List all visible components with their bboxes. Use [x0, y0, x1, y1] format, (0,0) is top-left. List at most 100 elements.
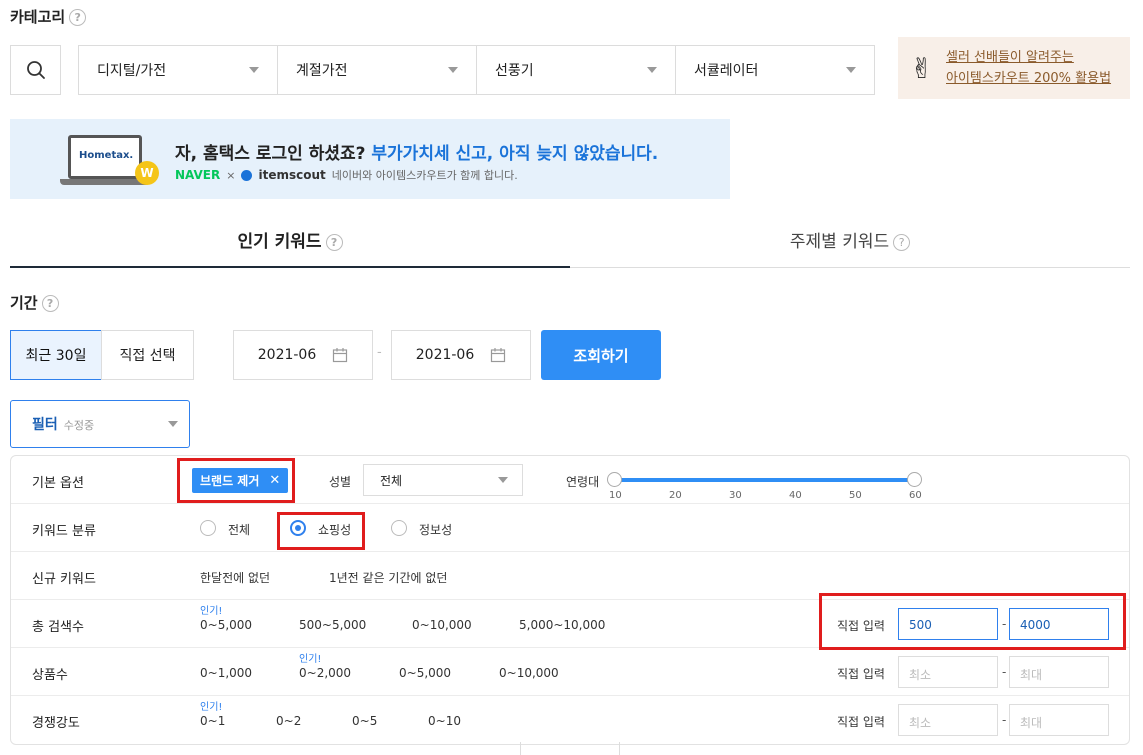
tab-topic-label: 주제별 키워드 [789, 232, 890, 252]
competition-range-option[interactable]: 0~5 [352, 714, 377, 728]
gender-select-value: 전체 [380, 473, 403, 488]
help-icon[interactable]: ? [41, 295, 59, 312]
new-keyword-option[interactable]: 1년전 같은 기간에 없던 [329, 569, 447, 586]
tab-popular-keywords[interactable]: 인기 키워드? [10, 228, 570, 268]
new-keyword-label: 신규 키워드 [32, 572, 96, 587]
calendar-icon [333, 348, 348, 363]
date-from-picker[interactable]: 2021-06 [233, 330, 373, 380]
age-tick: 30 [729, 490, 742, 501]
category-select-4-value: 서큘레이터 [694, 63, 759, 79]
competition-range-option[interactable]: 0~10 [428, 714, 461, 728]
competition-range-option[interactable]: 0~2 [276, 714, 301, 728]
chevron-down-icon [647, 67, 657, 73]
total-range-option[interactable]: 5,000~10,000 [519, 618, 605, 632]
direct-input-label: 직접 입력 [837, 715, 885, 729]
naver-logo: NAVER [175, 168, 221, 182]
gender-select[interactable]: 전체 [363, 464, 523, 496]
product-max-input[interactable]: 최대 [1009, 656, 1109, 688]
calendar-icon [491, 348, 506, 363]
chevron-down-icon [448, 67, 458, 73]
age-tick: 60 [909, 490, 922, 501]
banner-subline: NAVER × itemscout 네이버와 아이템스카우트가 함께 합니다. [175, 167, 518, 183]
filter-dropdown[interactable]: 필터 수정중 [10, 400, 190, 448]
itemscout-logo-icon [241, 169, 253, 181]
competition-max-input[interactable]: 최대 [1009, 704, 1109, 736]
help-icon[interactable]: ? [893, 233, 911, 251]
search-submit-button[interactable]: 조회하기 [541, 330, 661, 380]
promo-line-2: 아이템스카우트 200% 활용법 [946, 71, 1112, 86]
radio-info-label[interactable]: 정보성 [419, 521, 452, 538]
product-range-option[interactable]: 0~1,000 [200, 666, 252, 680]
product-range-option[interactable]: 0~5,000 [399, 666, 451, 680]
age-slider-track[interactable] [615, 478, 915, 482]
date-to-value: 2021-06 [415, 347, 475, 363]
popular-badge: 인기! [200, 606, 223, 617]
total-range-option[interactable]: 0~5,000 [200, 618, 252, 632]
age-tick: 10 [609, 490, 622, 501]
product-range-option[interactable]: 0~2,000 [299, 666, 351, 680]
banner-subtext: 네이버와 아이템스카우트가 함께 합니다. [331, 169, 518, 182]
times-sign: × [226, 168, 236, 182]
tab-popular-label: 인기 키워드 [237, 232, 322, 252]
period-direct-button[interactable]: 직접 선택 [101, 330, 194, 380]
total-range-option[interactable]: 500~5,000 [299, 618, 366, 632]
category-title: 카테고리? [10, 6, 87, 27]
period-title: 기간? [10, 292, 59, 313]
date-to-picker[interactable]: 2021-06 [391, 330, 531, 380]
competition-min-input[interactable]: 최소 [898, 704, 998, 736]
date-separator: - [377, 345, 382, 360]
radio-all[interactable] [200, 520, 216, 536]
chevron-down-icon [249, 67, 259, 73]
promo-link[interactable]: ✌ 셀러 선배들이 알려주는 아이템스카우트 200% 활용법 [898, 37, 1130, 99]
search-icon [26, 61, 45, 79]
filter-status: 수정중 [63, 419, 95, 432]
victory-hand-icon: ✌ [910, 51, 934, 85]
search-button[interactable] [10, 45, 61, 95]
period-recent-30-button[interactable]: 최근 30일 [10, 330, 102, 380]
tab-topic-keywords[interactable]: 주제별 키워드? [570, 228, 1130, 268]
category-select-3[interactable]: 선풍기 [476, 45, 676, 95]
banner-headline-black: 자, 홈택스 로그인 하셨죠? [175, 144, 366, 164]
category-select-4[interactable]: 서큘레이터 [675, 45, 875, 95]
hometax-logo: Hometax. [79, 150, 134, 161]
age-slider-max-handle[interactable] [907, 472, 922, 487]
banner-headline: 자, 홈택스 로그인 하셨죠? 부가가치세 신고, 아직 늦지 않았습니다. [175, 139, 658, 164]
help-icon[interactable]: ? [325, 233, 343, 251]
age-slider-min-handle[interactable] [607, 472, 622, 487]
category-select-2-value: 계절가전 [296, 63, 348, 79]
radio-info[interactable] [391, 520, 407, 536]
date-from-value: 2021-06 [257, 347, 317, 363]
chevron-down-icon [498, 477, 508, 483]
total-range-option[interactable]: 0~10,000 [412, 618, 472, 632]
laptop-icon: Hometax. [68, 135, 142, 179]
itemscout-logo: itemscout [258, 168, 326, 182]
chevron-down-icon [168, 421, 178, 427]
category-select-1-value: 디지털/가전 [97, 63, 167, 79]
direct-input-label: 직접 입력 [837, 667, 885, 681]
category-select-2[interactable]: 계절가전 [277, 45, 477, 95]
competition-label: 경쟁강도 [32, 716, 80, 731]
category-select-3-value: 선풍기 [495, 63, 534, 79]
range-separator: - [1002, 713, 1007, 727]
total-searches-label: 총 검색수 [32, 620, 84, 635]
category-select-1[interactable]: 디지털/가전 [78, 45, 278, 95]
gender-label: 성별 [329, 475, 352, 489]
row-keyword-type: 키워드 분류 전체 쇼핑성 정보성 [11, 504, 1129, 552]
popular-badge: 인기! [299, 654, 322, 665]
period-title-text: 기간 [10, 294, 38, 312]
age-tick: 20 [669, 490, 682, 501]
promo-line-1: 셀러 선배들이 알려주는 [946, 50, 1074, 65]
competition-range-option[interactable]: 0~1 [200, 714, 225, 728]
product-min-input[interactable]: 최소 [898, 656, 998, 688]
hometax-banner[interactable]: Hometax. W 자, 홈택스 로그인 하셨죠? 부가가치세 신고, 아직 … [10, 119, 730, 199]
row-competition: 경쟁강도 인기! 0~1 0~2 0~5 0~10 직접 입력 최소 - 최대 [11, 696, 1129, 744]
row-product-count: 상품수 인기! 0~1,000 0~2,000 0~5,000 0~10,000… [11, 648, 1129, 696]
row-basic-options: 기본 옵션 브랜드 제거 ✕ 성별 전체 연령대 10 20 30 40 50 … [11, 456, 1129, 504]
product-range-option[interactable]: 0~10,000 [499, 666, 559, 680]
banner-headline-blue: 부가가치세 신고, 아직 늦지 않았습니다. [371, 144, 659, 164]
radio-all-label[interactable]: 전체 [228, 521, 250, 538]
help-icon[interactable]: ? [69, 9, 87, 26]
highlight-box [177, 458, 295, 503]
highlight-box [277, 512, 365, 550]
new-keyword-option[interactable]: 한달전에 없던 [200, 569, 270, 586]
